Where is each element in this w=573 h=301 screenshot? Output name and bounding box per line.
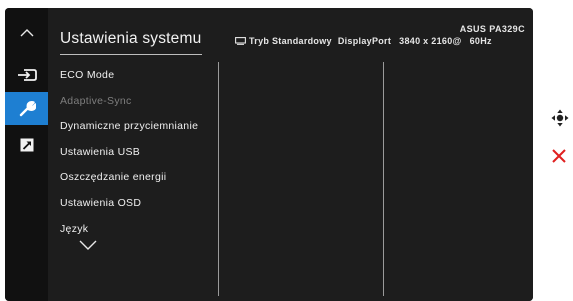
move-joystick-icon <box>551 109 569 127</box>
menu-item-osd-settings[interactable]: Ustawienia OSD <box>60 192 198 218</box>
model-name: ASUS PA329C <box>459 24 525 34</box>
wrench-icon <box>19 100 36 116</box>
status-input: DisplayPort <box>337 36 392 46</box>
chevron-up-icon <box>20 29 33 37</box>
status-refresh-rate: 60Hz <box>469 36 492 46</box>
menu-item-adaptive-sync: Adaptive-Sync <box>60 94 132 107</box>
nav-input-select-button[interactable] <box>5 58 48 91</box>
osd-window: Ustawienia systemu ASUS PA329C Tryb Stan… <box>5 8 533 301</box>
status-resolution: 3840 x 2160@ <box>399 36 462 46</box>
close-x-icon <box>552 149 566 163</box>
shortcut-arrow-icon <box>20 138 33 151</box>
input-select-icon <box>17 68 37 81</box>
nav-system-setup-button[interactable] <box>5 92 48 125</box>
status-mode: Tryb Standardowy <box>249 36 332 46</box>
page-title: Ustawienia systemu <box>60 30 202 47</box>
menu-item-power-saving[interactable]: Oszczędzanie energii <box>60 166 198 192</box>
monitor-icon <box>235 37 246 45</box>
column-divider <box>383 62 384 296</box>
content-panel: Ustawienia systemu ASUS PA329C Tryb Stan… <box>48 8 533 301</box>
menu-item-dynamic-dimming[interactable]: Dynamiczne przyciemnianie <box>60 115 198 141</box>
menu-item-eco-mode[interactable]: ECO Mode <box>60 64 198 90</box>
column-divider <box>218 62 219 296</box>
title-underline <box>60 54 202 55</box>
nav-column <box>5 8 48 301</box>
chevron-down-icon[interactable] <box>79 240 97 250</box>
system-menu-list: ECO Mode Adaptive-Sync Dynamiczne przyci… <box>60 64 198 243</box>
status-bar: Tryb Standardowy DisplayPort 3840 x 2160… <box>235 36 492 46</box>
menu-item-usb-settings[interactable]: Ustawienia USB <box>60 141 198 167</box>
nav-up-button[interactable] <box>5 16 48 49</box>
nav-shortcut-button[interactable] <box>5 128 48 161</box>
